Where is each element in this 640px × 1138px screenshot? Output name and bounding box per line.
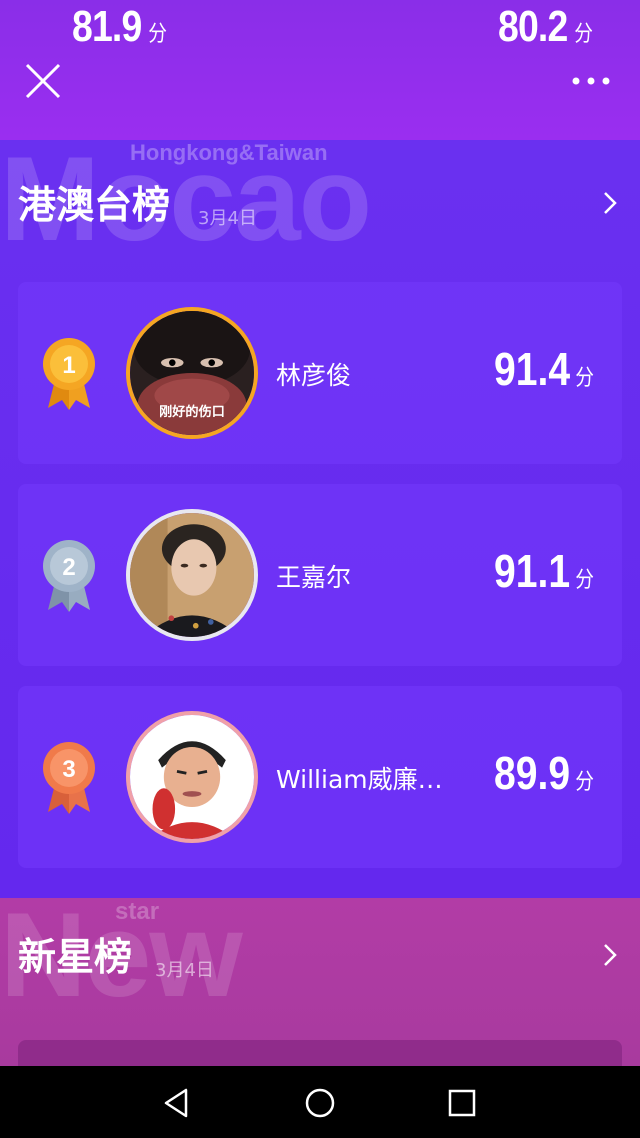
rank-score-1-value: 91.4 [494, 343, 571, 395]
medal-rank-1: 1 [62, 352, 75, 379]
hk-bg-subword: Hongkong&Taiwan [130, 140, 328, 165]
rank-score-1-unit: 分 [575, 365, 594, 390]
artist-name-1: 林彦俊 [276, 361, 352, 390]
avatar[interactable] [126, 509, 258, 641]
recents-icon[interactable] [445, 1086, 479, 1120]
hk-chart-section: Mocao Hongkong&Taiwan 港澳台榜 3月4日 1 刚好的伤口 … [0, 140, 640, 900]
silver-medal-icon: 2 [43, 540, 95, 612]
rank-score-2-value: 91.1 [494, 545, 571, 597]
top-score-right-unit: 分 [574, 21, 593, 46]
hk-section-date: 3月4日 [198, 208, 257, 229]
rank-card-1[interactable]: 1 刚好的伤口 林彦俊 91.4 分 [18, 282, 622, 464]
rank-card-3[interactable]: 3 William威廉… 89.9 分 [18, 686, 622, 868]
avatar[interactable]: 刚好的伤口 [126, 307, 258, 439]
chevron-right-icon[interactable] [602, 190, 618, 216]
rank-score-3-unit: 分 [575, 769, 594, 794]
top-bar: 81.9 分 80.2 分 [0, 0, 640, 140]
top-score-left-unit: 分 [148, 21, 167, 46]
rank-score-3: 89.9 分 [494, 746, 594, 800]
artist-name-3: William威廉… [276, 765, 443, 794]
new-section-header[interactable]: 新星榜 3月4日 [18, 926, 628, 986]
hk-section-title: 港澳台榜 [18, 183, 171, 227]
medal-rank-3: 3 [62, 756, 75, 783]
medal-rank-2: 2 [62, 554, 75, 581]
hk-section-header[interactable]: 港澳台榜 3月4日 [18, 174, 628, 234]
new-star-section: New star 新星榜 3月4日 [0, 898, 640, 1068]
back-icon[interactable] [160, 1086, 194, 1120]
new-section-title: 新星榜 [18, 935, 133, 979]
top-score-left-value: 81.9 [72, 2, 142, 51]
new-bg-subword: star [115, 898, 160, 925]
avatar[interactable] [126, 711, 258, 843]
home-icon[interactable] [303, 1086, 337, 1120]
rank-score-2-unit: 分 [575, 567, 594, 592]
rank-card-2[interactable]: 2 王嘉尔 91.1 分 [18, 484, 622, 666]
more-icon[interactable] [570, 66, 612, 96]
rank-score-3-value: 89.9 [494, 747, 571, 799]
album-cover-text: 刚好的伤口 [159, 403, 225, 420]
close-icon[interactable] [24, 62, 62, 100]
system-nav-bar [0, 1066, 640, 1138]
new-star-card-peek[interactable] [18, 1040, 622, 1068]
rank-score-2: 91.1 分 [494, 544, 594, 598]
bronze-medal-icon: 3 [43, 742, 95, 814]
artist-name-2: 王嘉尔 [276, 563, 352, 592]
top-score-right: 80.2 分 [498, 2, 593, 52]
rank-score-1: 91.4 分 [494, 342, 594, 396]
top-score-left: 81.9 分 [72, 2, 167, 52]
chevron-right-icon[interactable] [602, 942, 618, 968]
new-section-date: 3月4日 [155, 960, 214, 981]
gold-medal-icon: 1 [43, 338, 95, 410]
top-score-right-value: 80.2 [498, 2, 568, 51]
